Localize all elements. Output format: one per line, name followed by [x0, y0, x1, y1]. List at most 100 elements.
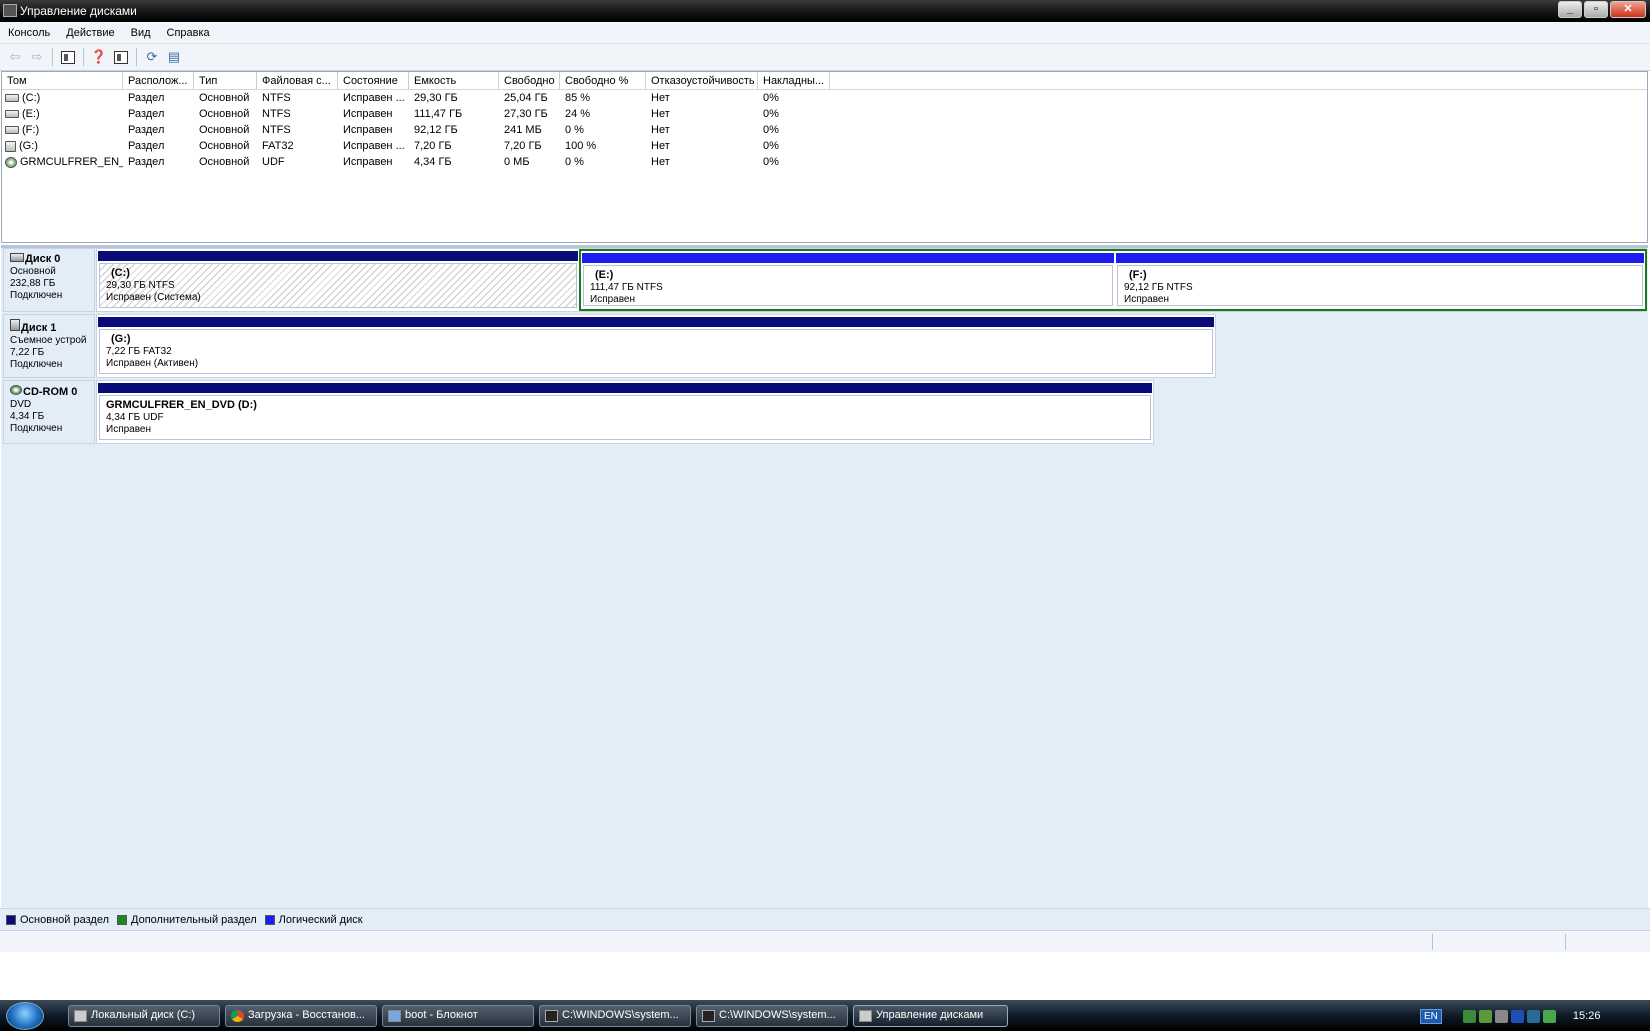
table-row[interactable]: (F:) Раздел Основной NTFS Исправен 92,12 ГБ 24…	[2, 122, 1647, 138]
system-tray: EN 15:26	[1420, 1003, 1650, 1029]
show-hide-tree-icon[interactable]	[57, 47, 79, 67]
partition-c[interactable]: (C:) 29,30 ГБ NTFS Исправен (Система)	[97, 249, 579, 311]
column-header[interactable]: Свободно	[499, 72, 560, 89]
cdrom-0-label[interactable]: CD-ROM 0 DVD 4,34 ГБ Подключен	[3, 380, 95, 444]
disk-status: Подключен	[10, 290, 63, 301]
tray-app-icon[interactable]	[1526, 1009, 1540, 1023]
volume-list[interactable]: Том Располож... Тип Файловая с... Состоя…	[1, 71, 1648, 243]
network-icon[interactable]	[1462, 1009, 1476, 1023]
table-row[interactable]: GRMCULFRER_EN_... Раздел Основной UDF Исправ…	[2, 154, 1647, 170]
hard-disk-icon	[5, 126, 19, 135]
column-header[interactable]: Накладны...	[758, 72, 830, 89]
column-header[interactable]: Тип	[194, 72, 257, 89]
nvidia-icon[interactable]	[1542, 1009, 1556, 1023]
partition-box: (G:) 7,22 ГБ FAT32 Исправен (Активен)	[99, 329, 1213, 374]
show-action-pane-icon[interactable]	[110, 47, 132, 67]
column-header[interactable]: Состояние	[338, 72, 409, 89]
column-header[interactable]: Емкость	[409, 72, 499, 89]
cell-text: Основной	[199, 124, 250, 136]
column-header[interactable]: Располож...	[123, 72, 194, 89]
table-cell: (C:)	[2, 92, 123, 104]
cell-text: 0%	[763, 140, 779, 152]
partition-f[interactable]: (F:) 92,12 ГБ NTFS Исправен	[1115, 251, 1645, 309]
start-button[interactable]	[6, 1002, 44, 1030]
partition-label: (G:)	[111, 333, 131, 345]
volume-icon[interactable]	[1494, 1009, 1508, 1023]
language-indicator[interactable]: EN	[1420, 1008, 1442, 1024]
maximize-button[interactable]: ▫	[1584, 1, 1608, 18]
table-cell: 29,30 ГБ	[409, 92, 499, 104]
column-header[interactable]: Файловая с...	[257, 72, 338, 89]
partition-g[interactable]: (G:) 7,22 ГБ FAT32 Исправен (Активен)	[97, 315, 1215, 377]
logical-drive-bar	[1116, 253, 1644, 263]
export-list-icon[interactable]: ▤	[163, 47, 185, 67]
media-player-icon[interactable]	[1510, 1009, 1524, 1023]
table-row[interactable]: (E:) Раздел Основной NTFS Исправен 111,47 ГБ 2…	[2, 106, 1647, 122]
table-cell: Основной	[194, 108, 257, 120]
tray-app-icon[interactable]	[1478, 1009, 1492, 1023]
title-bar[interactable]: Управление дисками _ ▫ ✕	[0, 0, 1650, 22]
task-notepad[interactable]: boot - Блокнот	[382, 1005, 534, 1027]
menu-console[interactable]: Консоль	[0, 27, 58, 39]
console-icon	[545, 1010, 558, 1022]
table-row[interactable]: (G:) Раздел Основной FAT32 Исправен ... 7,20 …	[2, 138, 1647, 154]
forward-arrow-icon[interactable]: ⇨	[26, 47, 48, 67]
task-chrome[interactable]: Загрузка - Восстанов...	[225, 1005, 377, 1027]
partition-d[interactable]: GRMCULFRER_EN_DVD (D:) 4,34 ГБ UDF Испра…	[97, 381, 1153, 443]
task-cmd-2[interactable]: C:\WINDOWS\system...	[696, 1005, 848, 1027]
task-disk-management[interactable]: Управление дисками	[853, 1005, 1008, 1027]
clock[interactable]: 15:26	[1573, 1010, 1601, 1022]
cell-text: Исправен ...	[343, 140, 405, 152]
legend-label: Основной раздел	[20, 913, 109, 926]
hard-disk-icon	[5, 94, 19, 103]
task-local-disk[interactable]: Локальный диск (C:)	[68, 1005, 220, 1027]
table-cell: NTFS	[257, 124, 338, 136]
cell-text: 0 МБ	[504, 156, 530, 168]
cell-text: NTFS	[262, 124, 291, 136]
cell-text: NTFS	[262, 108, 291, 120]
menu-action[interactable]: Действие	[58, 27, 122, 39]
table-row[interactable]: (C:) Раздел Основной NTFS Исправен ... 29,30 …	[2, 90, 1647, 106]
table-cell: NTFS	[257, 92, 338, 104]
help-properties-icon[interactable]: ❓	[88, 47, 110, 67]
table-cell: NTFS	[257, 108, 338, 120]
table-cell: 0%	[758, 140, 830, 152]
table-cell: GRMCULFRER_EN_...	[2, 156, 123, 168]
table-cell: 0 %	[560, 156, 646, 168]
table-cell: Раздел	[123, 124, 194, 136]
toolbar-separator	[52, 48, 53, 66]
column-header[interactable]: Свободно %	[560, 72, 646, 89]
cell-text: Раздел	[128, 140, 165, 152]
table-cell: Исправен ...	[338, 92, 409, 104]
task-cmd-1[interactable]: C:\WINDOWS\system...	[539, 1005, 691, 1027]
partition-e[interactable]: (E:) 111,47 ГБ NTFS Исправен	[581, 251, 1115, 309]
column-header[interactable]: Отказоустойчивость	[646, 72, 758, 89]
legend-swatch	[264, 914, 275, 925]
column-header[interactable]: Том	[2, 72, 123, 89]
cell-text: Основной	[199, 156, 250, 168]
cell-text: 29,30 ГБ	[414, 92, 458, 104]
table-cell: Раздел	[123, 140, 194, 152]
cell-text: Нет	[651, 108, 670, 120]
disk-0-label[interactable]: Диск 0 Основной 232,88 ГБ Подключен	[3, 248, 95, 312]
cell-text: GRMCULFRER_EN_...	[20, 156, 123, 168]
table-cell: Нет	[646, 92, 758, 104]
cell-text: 0 %	[565, 156, 584, 168]
table-cell: Основной	[194, 92, 257, 104]
primary-partition-bar	[98, 383, 1152, 393]
status-divider	[1565, 934, 1566, 950]
table-cell: Раздел	[123, 156, 194, 168]
cell-text: 0 %	[565, 124, 584, 136]
refresh-icon[interactable]: ⟳	[141, 47, 163, 67]
menu-help[interactable]: Справка	[159, 27, 218, 39]
table-cell: 7,20 ГБ	[499, 140, 560, 152]
close-button[interactable]: ✕	[1610, 1, 1646, 18]
cell-text: Раздел	[128, 156, 165, 168]
status-divider	[1432, 934, 1433, 950]
disk-1-label[interactable]: Диск 1 Съемное устрой 7,22 ГБ Подключен	[3, 314, 95, 378]
toolbar-separator	[83, 48, 84, 66]
minimize-button[interactable]: _	[1558, 1, 1582, 18]
back-arrow-icon[interactable]: ⇦	[4, 47, 26, 67]
cell-text: 4,34 ГБ	[414, 156, 452, 168]
menu-view[interactable]: Вид	[123, 27, 159, 39]
